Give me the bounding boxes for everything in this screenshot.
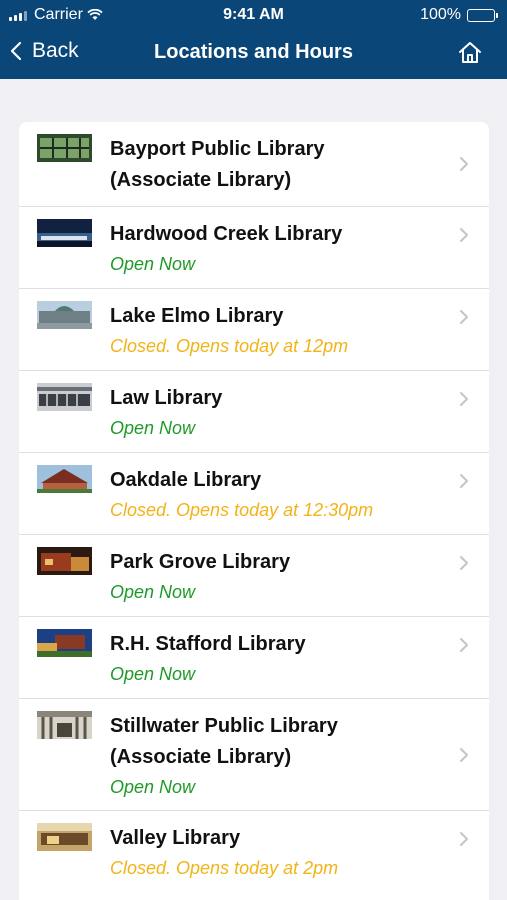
list-item-oakdale[interactable]: Oakdale Library Closed. Opens today at 1…	[19, 453, 489, 535]
library-photo	[37, 465, 92, 493]
library-photo	[37, 547, 92, 575]
library-name: R.H. Stafford Library	[110, 633, 306, 655]
library-name: Valley Library	[110, 827, 241, 849]
page-title: Locations and Hours	[154, 41, 353, 63]
library-photo	[37, 823, 92, 851]
library-name: Stillwater Public Library	[110, 715, 338, 737]
chevron-right-icon	[460, 638, 468, 652]
library-name: Hardwood Creek Library	[110, 223, 343, 245]
library-hours-status: Open Now	[110, 664, 196, 684]
chevron-right-icon	[460, 832, 468, 846]
library-name-subtitle: (Associate Library)	[110, 169, 292, 191]
library-name: Bayport Public Library	[110, 138, 325, 160]
library-hours-status: Open Now	[110, 777, 196, 797]
library-hours-status: Closed. Opens today at 12pm	[110, 336, 349, 356]
library-photo	[37, 629, 92, 657]
navigation-bar: Back Locations and Hours	[0, 28, 507, 76]
library-hours-status: Open Now	[110, 418, 196, 438]
library-hours-status: Closed. Opens today at 2pm	[110, 858, 339, 878]
library-photo	[37, 301, 92, 329]
status-bar: Carrier 9:41 AM 100%	[0, 6, 507, 26]
list-item-park-grove[interactable]: Park Grove Library Open Now	[19, 535, 489, 617]
battery-icon	[467, 8, 498, 22]
library-name: Oakdale Library	[110, 469, 262, 491]
library-hours-status: Open Now	[110, 582, 196, 602]
list-item-hardwood-creek[interactable]: Hardwood Creek Library Open Now	[19, 207, 489, 289]
library-hours-status: Closed. Opens today at 12:30pm	[110, 500, 374, 520]
chevron-right-icon	[460, 392, 468, 406]
library-name-subtitle: (Associate Library)	[110, 746, 292, 768]
chevron-right-icon	[460, 474, 468, 488]
chevron-right-icon	[460, 157, 468, 171]
list-item-stillwater[interactable]: Stillwater Public Library (Associate Lib…	[19, 699, 489, 811]
list-item-lake-elmo[interactable]: Lake Elmo Library Closed. Opens today at…	[19, 289, 489, 371]
library-photo	[37, 383, 92, 411]
library-hours-status: Open Now	[110, 254, 196, 274]
list-item-bayport[interactable]: Bayport Public Library (Associate Librar…	[19, 122, 489, 207]
chevron-right-icon	[460, 556, 468, 570]
library-photo	[37, 219, 92, 247]
battery-info: 100%	[420, 6, 498, 24]
list-item-valley[interactable]: Valley Library Closed. Opens today at 2p…	[19, 811, 489, 893]
home-icon[interactable]	[457, 40, 483, 66]
library-list: Bayport Public Library (Associate Librar…	[19, 122, 489, 900]
battery-percent: 100%	[420, 6, 461, 23]
library-photo	[37, 711, 92, 739]
library-name: Law Library	[110, 387, 223, 409]
app-header: Carrier 9:41 AM 100% Back Locations and …	[0, 0, 507, 79]
list-item-rh-stafford[interactable]: R.H. Stafford Library Open Now	[19, 617, 489, 699]
library-photo	[37, 134, 92, 162]
library-name: Lake Elmo Library	[110, 305, 284, 327]
library-name: Park Grove Library	[110, 551, 291, 573]
chevron-right-icon	[460, 748, 468, 762]
list-item-law[interactable]: Law Library Open Now	[19, 371, 489, 453]
chevron-right-icon	[460, 310, 468, 324]
chevron-right-icon	[460, 228, 468, 242]
